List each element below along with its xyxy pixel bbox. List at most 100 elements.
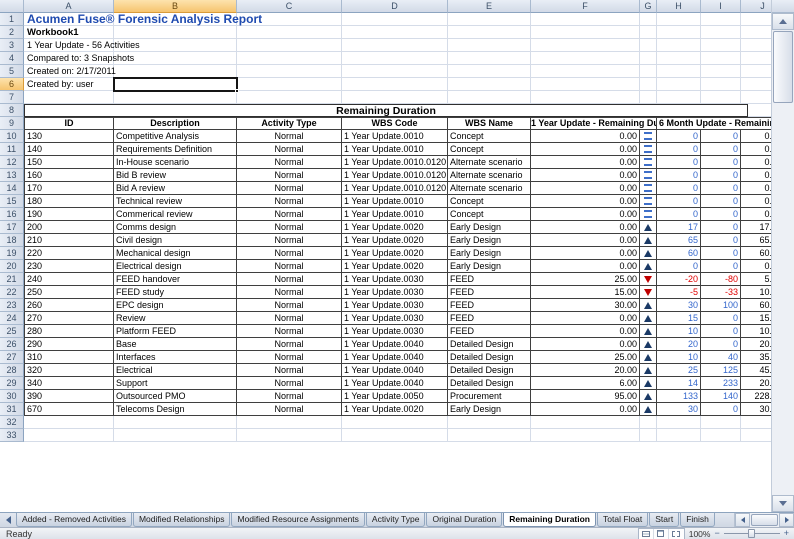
cell-delta-pct[interactable]: 125 — [701, 364, 741, 377]
cell-H6[interactable] — [657, 78, 701, 91]
row-header-22[interactable]: 22 — [0, 286, 24, 299]
cell-delta-pct[interactable]: 40 — [701, 351, 741, 364]
cell-wbs-code[interactable]: 1 Year Update.0010 — [342, 195, 448, 208]
row-header-8[interactable]: 8 — [0, 104, 24, 117]
cell-month6-remaining[interactable]: 10.00 — [741, 325, 771, 338]
cell-delta[interactable]: 0 — [657, 169, 701, 182]
horizontal-scrollbar[interactable] — [734, 513, 794, 527]
row-header-24[interactable]: 24 — [0, 312, 24, 325]
cell-J6[interactable] — [741, 78, 771, 91]
cell-delta-pct[interactable]: 0 — [701, 156, 741, 169]
cell-J4[interactable] — [741, 52, 771, 65]
table-header[interactable]: 6 Month Update - Remaining Duration — [657, 117, 771, 130]
row-header-3[interactable]: 3 — [0, 39, 24, 52]
row-header-30[interactable]: 30 — [0, 390, 24, 403]
cell-description[interactable]: Electrical design — [114, 260, 237, 273]
cell-delta[interactable]: 0 — [657, 208, 701, 221]
cell-wbs-name[interactable]: Detailed Design — [448, 364, 531, 377]
cell-delta[interactable]: -5 — [657, 286, 701, 299]
cell-delta-pct[interactable]: 0 — [701, 182, 741, 195]
row-header-16[interactable]: 16 — [0, 208, 24, 221]
sheet-tab-6[interactable]: Remaining Duration — [503, 513, 596, 527]
cell-E3[interactable] — [448, 39, 531, 52]
cell-trend[interactable] — [640, 169, 657, 182]
cell-F6[interactable] — [531, 78, 640, 91]
cell-year1-remaining[interactable]: 0.00 — [531, 338, 640, 351]
table-header[interactable]: ID — [24, 117, 114, 130]
page-layout-view-button[interactable] — [654, 529, 669, 539]
table-header[interactable]: WBS Code — [342, 117, 448, 130]
cell-delta-pct[interactable]: 0 — [701, 247, 741, 260]
cell-wbs-code[interactable]: 1 Year Update.0040 — [342, 364, 448, 377]
cell-H2[interactable] — [657, 26, 701, 39]
cell-wbs-code[interactable]: 1 Year Update.0030 — [342, 312, 448, 325]
cell-year1-remaining[interactable]: 0.00 — [531, 156, 640, 169]
cell-G7[interactable] — [640, 91, 657, 104]
cell-month6-remaining[interactable]: 0.00 — [741, 208, 771, 221]
cell-delta-pct[interactable]: 0 — [701, 234, 741, 247]
cell-id[interactable]: 290 — [24, 338, 114, 351]
vertical-scrollbar[interactable] — [771, 0, 794, 512]
cell-I3[interactable] — [701, 39, 741, 52]
cell-month6-remaining[interactable]: 17.00 — [741, 221, 771, 234]
cell-description[interactable]: Technical review — [114, 195, 237, 208]
cell-month6-remaining[interactable]: 65.00 — [741, 234, 771, 247]
cell-wbs-name[interactable]: Early Design — [448, 221, 531, 234]
cell-wbs-code[interactable]: 1 Year Update.0010.0120 — [342, 156, 448, 169]
cell-month6-remaining[interactable]: 0.00 — [741, 169, 771, 182]
cell-E4[interactable] — [448, 52, 531, 65]
cell-E2[interactable] — [448, 26, 531, 39]
cell-delta[interactable]: 133 — [657, 390, 701, 403]
cell-delta[interactable]: -20 — [657, 273, 701, 286]
cell-description[interactable]: FEED handover — [114, 273, 237, 286]
cell-id[interactable]: 250 — [24, 286, 114, 299]
horizontal-scroll-thumb[interactable] — [751, 514, 778, 526]
cell-trend[interactable] — [640, 182, 657, 195]
cell-id[interactable]: 240 — [24, 273, 114, 286]
cell-wbs-name[interactable]: Alternate scenario — [448, 182, 531, 195]
cell-I32[interactable] — [701, 416, 741, 429]
sheet-tab-3[interactable]: Modified Resource Assignments — [231, 513, 364, 527]
cell-trend[interactable] — [640, 403, 657, 416]
row-header-10[interactable]: 10 — [0, 130, 24, 143]
cell-trend[interactable] — [640, 221, 657, 234]
cell-wbs-code[interactable]: 1 Year Update.0020 — [342, 247, 448, 260]
cell-month6-remaining[interactable]: 20.00 — [741, 377, 771, 390]
cell-I2[interactable] — [701, 26, 741, 39]
column-header-G[interactable]: G — [640, 0, 657, 13]
cell-D5[interactable] — [342, 65, 448, 78]
cell-id[interactable]: 130 — [24, 130, 114, 143]
cell-wbs-name[interactable]: Detailed Design — [448, 377, 531, 390]
column-header-D[interactable]: D — [342, 0, 448, 13]
cell-C6[interactable] — [237, 78, 342, 91]
cell-D7[interactable] — [342, 91, 448, 104]
cell-J32[interactable] — [741, 416, 771, 429]
cell-activity-type[interactable]: Normal — [237, 195, 342, 208]
cell-trend[interactable] — [640, 143, 657, 156]
cell-activity-type[interactable]: Normal — [237, 286, 342, 299]
cell-year1-remaining[interactable]: 0.00 — [531, 221, 640, 234]
cell-D33[interactable] — [342, 429, 448, 442]
scroll-down-button[interactable] — [772, 495, 794, 512]
cell-id[interactable]: 200 — [24, 221, 114, 234]
scroll-left-button[interactable] — [735, 513, 750, 527]
cell-wbs-code[interactable]: 1 Year Update.0020 — [342, 260, 448, 273]
cell-H3[interactable] — [657, 39, 701, 52]
zoom-out-button[interactable]: − — [714, 529, 719, 538]
row-header-7[interactable]: 7 — [0, 91, 24, 104]
cell-activity-type[interactable]: Normal — [237, 312, 342, 325]
cell-description[interactable]: Outsourced PMO — [114, 390, 237, 403]
cell-id[interactable]: 180 — [24, 195, 114, 208]
cell-delta-pct[interactable]: 0 — [701, 312, 741, 325]
cell-trend[interactable] — [640, 325, 657, 338]
cell-delta[interactable]: 0 — [657, 195, 701, 208]
cell-trend[interactable] — [640, 156, 657, 169]
cell-month6-remaining[interactable]: 5.00 — [741, 273, 771, 286]
cell-wbs-code[interactable]: 1 Year Update.0010 — [342, 130, 448, 143]
cell-F5[interactable] — [531, 65, 640, 78]
cell-month6-remaining[interactable]: 10.00 — [741, 286, 771, 299]
cell-activity-type[interactable]: Normal — [237, 247, 342, 260]
row-header-14[interactable]: 14 — [0, 182, 24, 195]
column-header-H[interactable]: H — [657, 0, 701, 13]
cell-id[interactable]: 190 — [24, 208, 114, 221]
